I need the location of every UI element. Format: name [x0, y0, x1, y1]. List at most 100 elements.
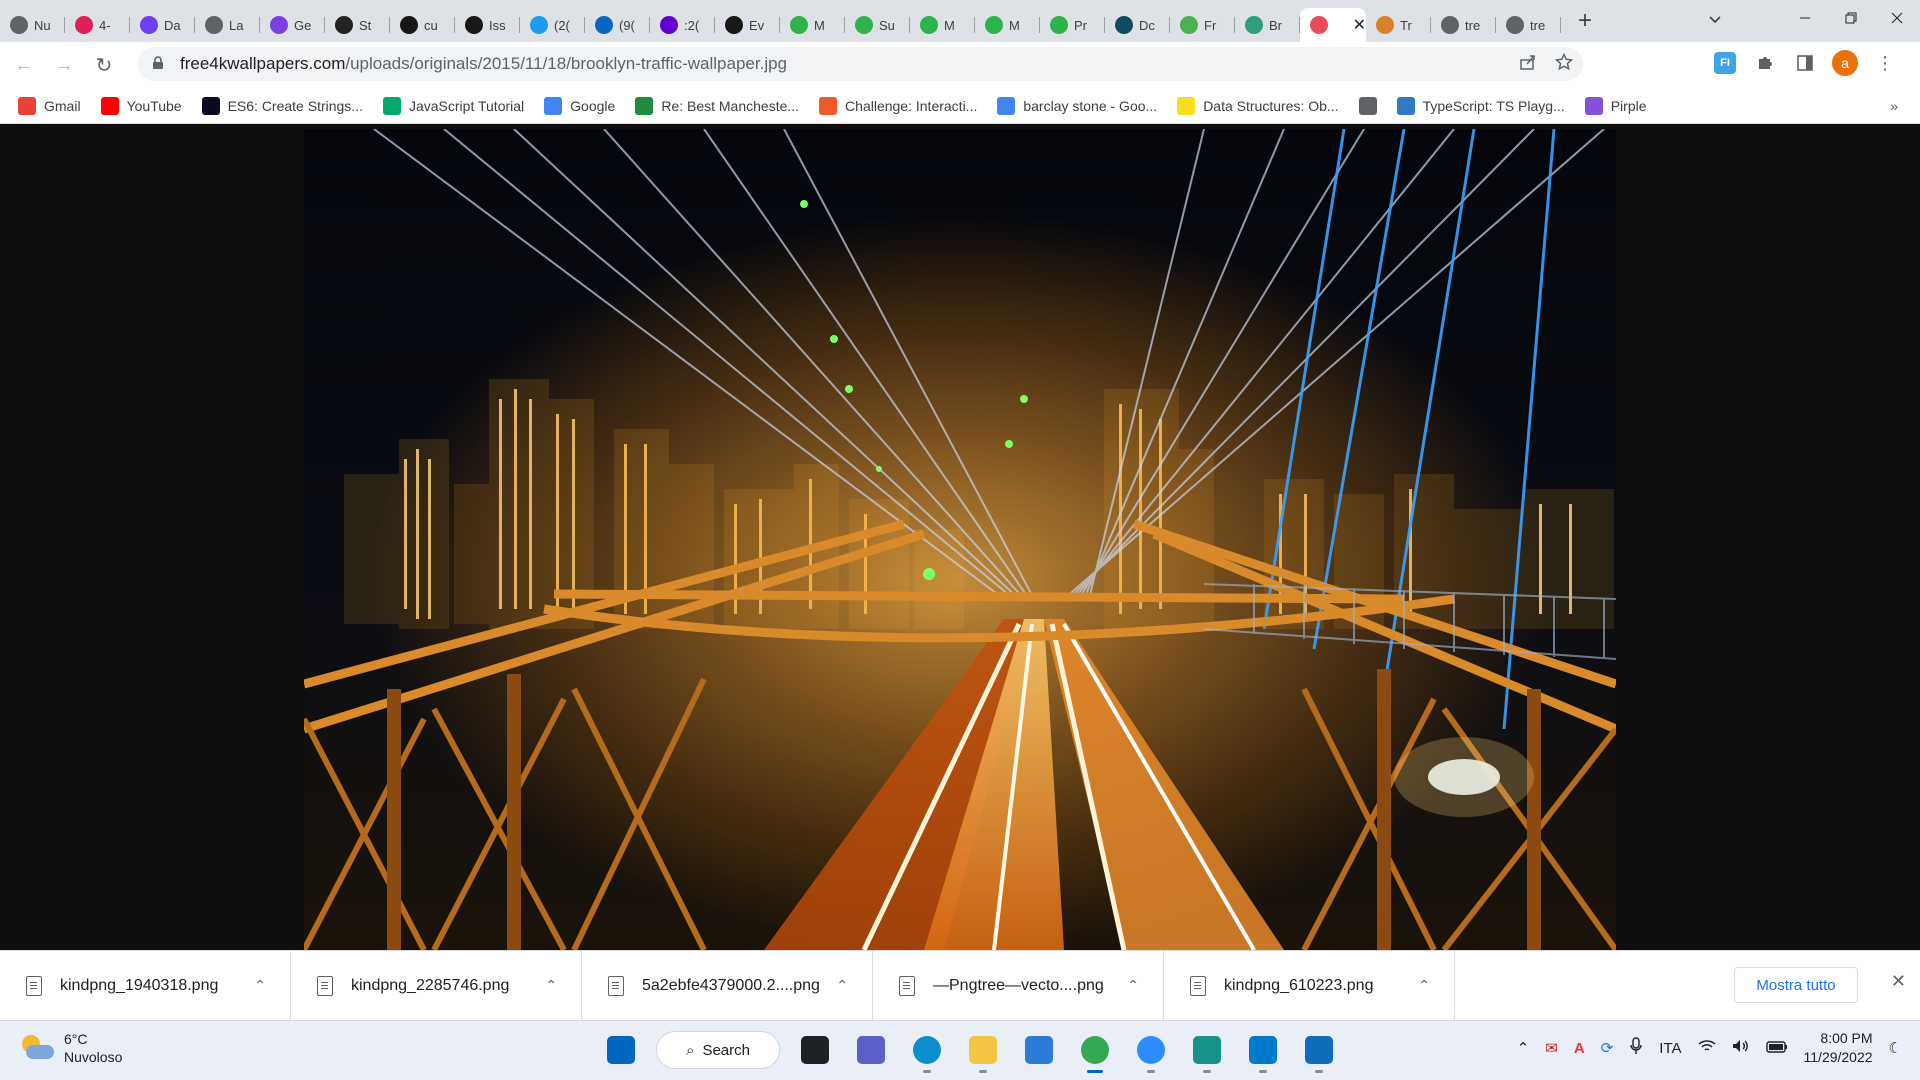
tab[interactable]: (9(: [585, 8, 650, 42]
mail-tray-icon[interactable]: ✉: [1545, 1039, 1558, 1057]
taskbar-app[interactable]: [1242, 1029, 1284, 1073]
extensions-puzzle-button[interactable]: [1750, 48, 1780, 78]
taskbar-app[interactable]: [1130, 1029, 1172, 1073]
taskbar-app[interactable]: [1186, 1029, 1228, 1073]
side-panel-button[interactable]: [1790, 48, 1820, 78]
close-shelf-button[interactable]: ✕: [1891, 971, 1906, 992]
tab[interactable]: M: [910, 8, 975, 42]
bookmark-label: Gmail: [44, 97, 81, 114]
bookmark-item[interactable]: Gmail: [18, 96, 81, 115]
bookmark-item[interactable]: YouTube: [100, 96, 182, 115]
bookmark-label: JavaScript Tutorial: [408, 97, 525, 114]
bookmark-item[interactable]: JavaScript Tutorial: [382, 96, 525, 115]
tab[interactable]: Nu: [0, 8, 65, 42]
tab[interactable]: tre: [1496, 8, 1561, 42]
bookmark-item[interactable]: TypeScript: TS Playg...: [1396, 96, 1565, 115]
bookmark-item[interactable]: Challenge: Interacti...: [819, 96, 977, 115]
tab[interactable]: La: [195, 8, 260, 42]
taskbar-app[interactable]: [1018, 1029, 1060, 1071]
linkedin-icon: [595, 16, 613, 34]
bookmark-item[interactable]: barclay stone - Goo...: [997, 96, 1157, 115]
new-tab-button[interactable]: +: [1567, 3, 1603, 39]
tab[interactable]: Tr: [1366, 8, 1431, 42]
tab[interactable]: Pr: [1040, 8, 1105, 42]
chevron-up-icon[interactable]: ⌃: [836, 977, 848, 994]
taskbar-app[interactable]: [1298, 1029, 1340, 1073]
tab-search-button[interactable]: [1700, 6, 1730, 32]
bookmark-item[interactable]: Google: [544, 96, 615, 115]
tab-active[interactable]: ✕: [1300, 8, 1366, 42]
tab[interactable]: Iss: [455, 8, 520, 42]
taskbar-app[interactable]: [850, 1029, 892, 1071]
notifications-icon[interactable]: ☾: [1889, 1039, 1902, 1057]
reload-button[interactable]: ↻: [86, 47, 122, 83]
restore-button[interactable]: [1828, 0, 1874, 36]
tab[interactable]: (2(: [520, 8, 585, 42]
download-item[interactable]: kindpng_1940318.png ⌃: [0, 950, 291, 1021]
tab[interactable]: Da: [130, 8, 195, 42]
tab[interactable]: St: [325, 8, 390, 42]
tab[interactable]: Su: [845, 8, 910, 42]
vscode-icon: [1249, 1036, 1277, 1064]
show-all-downloads-button[interactable]: Mostra tutto: [1734, 967, 1858, 1003]
doc-icon: [140, 16, 158, 34]
chevron-up-icon[interactable]: ⌃: [1418, 977, 1430, 994]
bookmark-item[interactable]: [1358, 96, 1377, 115]
file-icon: [1190, 975, 1206, 996]
profile-button[interactable]: a: [1830, 48, 1860, 78]
tab[interactable]: Br: [1235, 8, 1300, 42]
extension-button[interactable]: FI: [1710, 48, 1740, 78]
download-item[interactable]: kindpng_2285746.png ⌃: [291, 950, 582, 1021]
bookmarks-overflow-icon[interactable]: »: [1890, 98, 1898, 114]
tab[interactable]: cu: [390, 8, 455, 42]
close-window-button[interactable]: [1874, 0, 1920, 36]
language-indicator[interactable]: ITA: [1659, 1040, 1681, 1057]
chevron-up-icon[interactable]: ⌃: [1517, 1039, 1530, 1057]
tab[interactable]: Dc: [1105, 8, 1170, 42]
forward-button[interactable]: →: [46, 47, 82, 83]
taskbar-app[interactable]: [1074, 1029, 1116, 1073]
tab[interactable]: :2(: [650, 8, 715, 42]
chevron-up-icon[interactable]: ⌃: [1127, 977, 1139, 994]
taskbar-app[interactable]: [906, 1029, 948, 1073]
sync-tray-icon[interactable]: ⟳: [1601, 1039, 1614, 1057]
tab[interactable]: M: [975, 8, 1040, 42]
address-bar[interactable]: free4kwallpapers.com/uploads/originals/2…: [138, 47, 1583, 81]
tab[interactable]: Fr: [1170, 8, 1235, 42]
tab-title: La: [229, 17, 244, 33]
taskbar-app[interactable]: [600, 1029, 642, 1071]
wallpaper-image[interactable]: [304, 129, 1616, 950]
bookmark-item[interactable]: Re: Best Mancheste...: [635, 96, 799, 115]
tab[interactable]: 4-: [65, 8, 130, 42]
clock[interactable]: 8:00 PM 11/29/2022: [1804, 1029, 1873, 1067]
tab[interactable]: Ev: [715, 8, 780, 42]
download-item[interactable]: 5a2ebfe4379000.2....png ⌃: [582, 950, 873, 1021]
volume-icon[interactable]: [1732, 1039, 1750, 1057]
wifi-icon[interactable]: [1698, 1039, 1716, 1057]
close-tab-icon[interactable]: ✕: [1353, 15, 1366, 35]
tab[interactable]: tre: [1431, 8, 1496, 42]
tab[interactable]: Ge: [260, 8, 325, 42]
taskbar-app[interactable]: [794, 1029, 836, 1071]
pdf-tray-icon[interactable]: A: [1574, 1040, 1585, 1057]
chevron-up-icon[interactable]: ⌃: [254, 977, 266, 994]
bookmark-item[interactable]: Pirple: [1584, 96, 1647, 115]
chevron-up-icon[interactable]: ⌃: [545, 977, 557, 994]
microphone-icon[interactable]: [1629, 1037, 1643, 1059]
more-vert-icon: ⋮: [1876, 52, 1894, 73]
share-icon[interactable]: [1519, 53, 1537, 76]
menu-button[interactable]: ⋮: [1870, 48, 1900, 78]
download-filename: kindpng_1940318.png: [60, 976, 219, 994]
taskbar-search-button[interactable]: ⌕ Search: [656, 1031, 780, 1069]
bookmark-item[interactable]: ES6: Create Strings...: [201, 96, 363, 115]
back-button[interactable]: ←: [6, 47, 42, 83]
download-item[interactable]: —Pngtree—vecto....png ⌃: [873, 950, 1164, 1021]
weather-widget[interactable]: 6°C Nuvoloso: [20, 1030, 122, 1066]
bookmark-item[interactable]: Data Structures: Ob...: [1177, 96, 1339, 115]
minimize-button[interactable]: [1782, 0, 1828, 36]
taskbar-app[interactable]: [962, 1029, 1004, 1073]
battery-icon[interactable]: [1765, 1040, 1788, 1057]
bookmark-star-icon[interactable]: [1554, 52, 1574, 76]
tab[interactable]: M: [780, 8, 845, 42]
download-item[interactable]: kindpng_610223.png ⌃: [1164, 950, 1455, 1021]
